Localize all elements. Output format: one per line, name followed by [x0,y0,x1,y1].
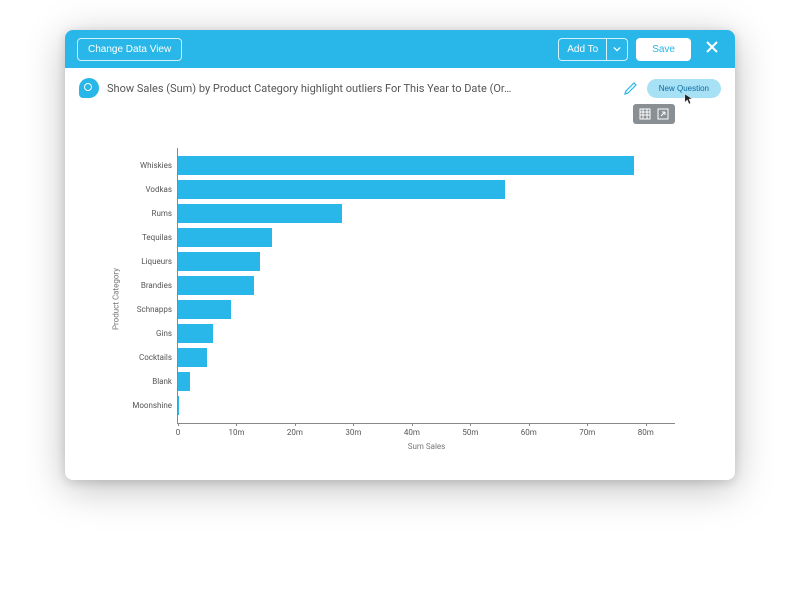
save-button[interactable]: Save [636,38,691,61]
bar[interactable] [178,348,207,367]
analysis-panel: Change Data View Add To Save Show Sales … [65,30,735,480]
bar-row: Blank [178,372,675,391]
query-text: Show Sales (Sum) by Product Category hig… [107,82,615,95]
change-data-view-button[interactable]: Change Data View [77,38,182,61]
bar-row: Moonshine [178,396,675,415]
close-button[interactable] [701,40,723,58]
add-to-group: Add To [558,38,628,61]
category-label: Gins [108,329,178,338]
export-button[interactable] [657,108,669,120]
bar-row: Whiskies [178,156,675,175]
x-tick-label: 40m [404,428,420,437]
category-label: Rums [108,209,178,218]
category-label: Liqueurs [108,257,178,266]
bar-row: Vodkas [178,180,675,199]
add-to-dropdown-button[interactable] [606,38,628,61]
category-label: Schnapps [108,305,178,314]
bar[interactable] [178,204,342,223]
x-tick-label: 50m [462,428,478,437]
bar[interactable] [178,252,260,271]
x-tick-label: 70m [579,428,595,437]
bar[interactable] [178,228,272,247]
bar[interactable] [178,300,231,319]
new-question-button[interactable]: New Question [647,79,721,98]
x-tick-label: 80m [638,428,654,437]
chart-area: Product Category Sum Sales Whiskies Vodka… [65,128,735,480]
category-label: Vodkas [108,185,178,194]
bar-row: Cocktails [178,348,675,367]
category-label: Brandies [108,281,178,290]
x-tick-label: 30m [345,428,361,437]
x-tick-label: 0 [176,428,181,437]
bar[interactable] [178,180,505,199]
chart-mini-toolbar [633,104,675,124]
category-label: Cocktails [108,353,178,362]
bar[interactable] [178,324,213,343]
category-label: Tequilas [108,233,178,242]
bar[interactable] [178,156,634,175]
x-tick-label: 20m [287,428,303,437]
insight-icon [79,78,99,98]
bar-row: Brandies [178,276,675,295]
bar-row: Schnapps [178,300,675,319]
bar-row: Rums [178,204,675,223]
topbar: Change Data View Add To Save [65,30,735,68]
bar-row: Tequilas [178,228,675,247]
chevron-down-icon [613,45,621,53]
export-icon [657,108,669,120]
cursor-icon [684,93,694,105]
edit-query-button[interactable] [623,80,639,96]
bar[interactable] [178,396,179,415]
chart-toolbar-row [65,104,735,128]
bar[interactable] [178,276,254,295]
x-tick-label: 10m [228,428,244,437]
chart-plot[interactable]: Sum Sales WhiskiesVodkasRumsTequilasLiqu… [177,148,675,424]
x-axis-label: Sum Sales [408,442,446,451]
table-view-button[interactable] [639,108,651,120]
category-label: Whiskies [108,161,178,170]
category-label: Blank [108,377,178,386]
x-tick-label: 60m [521,428,537,437]
pencil-icon [623,80,639,96]
query-row: Show Sales (Sum) by Product Category hig… [65,68,735,104]
close-icon [705,40,719,54]
category-label: Moonshine [108,401,178,410]
table-icon [639,108,651,120]
y-axis-label: Product Category [112,268,121,330]
add-to-button[interactable]: Add To [558,38,606,61]
bar-row: Liqueurs [178,252,675,271]
bar-row: Gins [178,324,675,343]
new-question-label: New Question [659,84,709,93]
bar[interactable] [178,372,190,391]
